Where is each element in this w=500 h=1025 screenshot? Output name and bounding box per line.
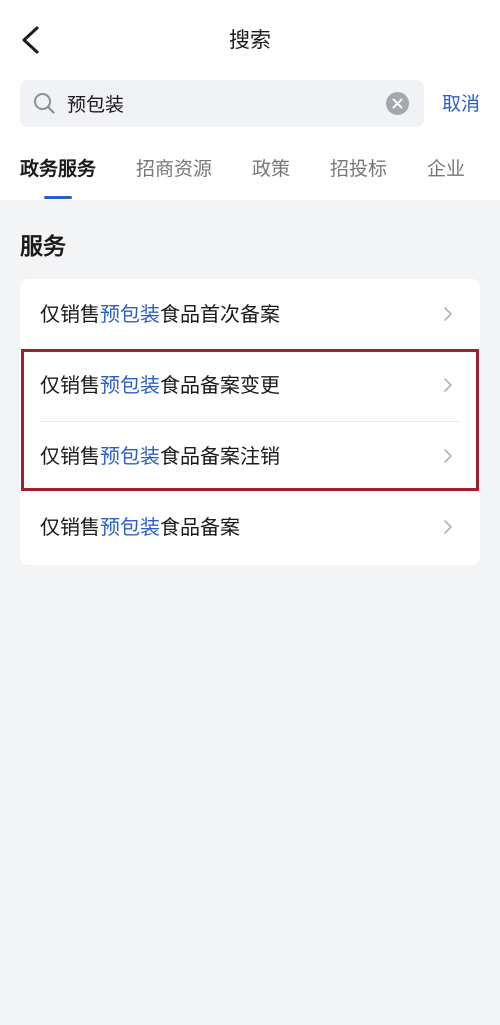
result-item[interactable]: 仅销售预包装食品备案 — [20, 492, 480, 562]
results-card: 仅销售预包装食品首次备案 仅销售预包装食品备案变更 仅销售预包装食品备案注销 仅… — [20, 279, 480, 565]
page-title: 搜索 — [229, 28, 271, 52]
search-highlight: 预包装 — [100, 515, 160, 539]
search-row: 取消 — [20, 80, 490, 128]
result-item-label: 仅销售预包装食品备案变更 — [40, 373, 280, 397]
clear-icon[interactable] — [386, 92, 409, 115]
tab-investment-resources[interactable]: 招商资源 — [136, 156, 212, 182]
search-highlight: 预包装 — [100, 302, 160, 326]
chevron-right-icon — [444, 307, 452, 321]
result-item-label: 仅销售预包装食品备案 — [40, 515, 240, 539]
search-box[interactable] — [20, 80, 424, 127]
section-title: 服务 — [20, 234, 66, 260]
chevron-right-icon — [444, 520, 452, 534]
result-item[interactable]: 仅销售预包装食品首次备案 — [20, 279, 480, 349]
tab-enterprise[interactable]: 企业 — [427, 156, 465, 182]
search-input[interactable] — [67, 80, 377, 127]
search-highlight: 预包装 — [100, 444, 160, 468]
category-tabs: 政务服务 招商资源 政策 招投标 企业 — [0, 150, 500, 200]
active-tab-indicator — [44, 196, 72, 199]
result-item-label: 仅销售预包装食品首次备案 — [40, 302, 280, 326]
result-item[interactable]: 仅销售预包装食品备案变更 — [20, 350, 480, 420]
nav-bar: 搜索 — [0, 0, 500, 80]
tab-policy[interactable]: 政策 — [252, 156, 290, 182]
cancel-button[interactable]: 取消 — [442, 91, 480, 117]
tab-bidding[interactable]: 招投标 — [330, 156, 387, 182]
search-highlight: 预包装 — [100, 373, 160, 397]
header-area: 搜索 取消 政务服务 招商资源 政策 招投标 企业 — [0, 0, 500, 200]
result-item-label: 仅销售预包装食品备案注销 — [40, 444, 280, 468]
divider — [40, 421, 460, 422]
divider — [40, 350, 460, 351]
search-icon — [34, 93, 55, 114]
tab-government-services[interactable]: 政务服务 — [20, 156, 96, 182]
chevron-right-icon — [444, 378, 452, 392]
result-item[interactable]: 仅销售预包装食品备案注销 — [20, 421, 480, 491]
chevron-right-icon — [444, 449, 452, 463]
